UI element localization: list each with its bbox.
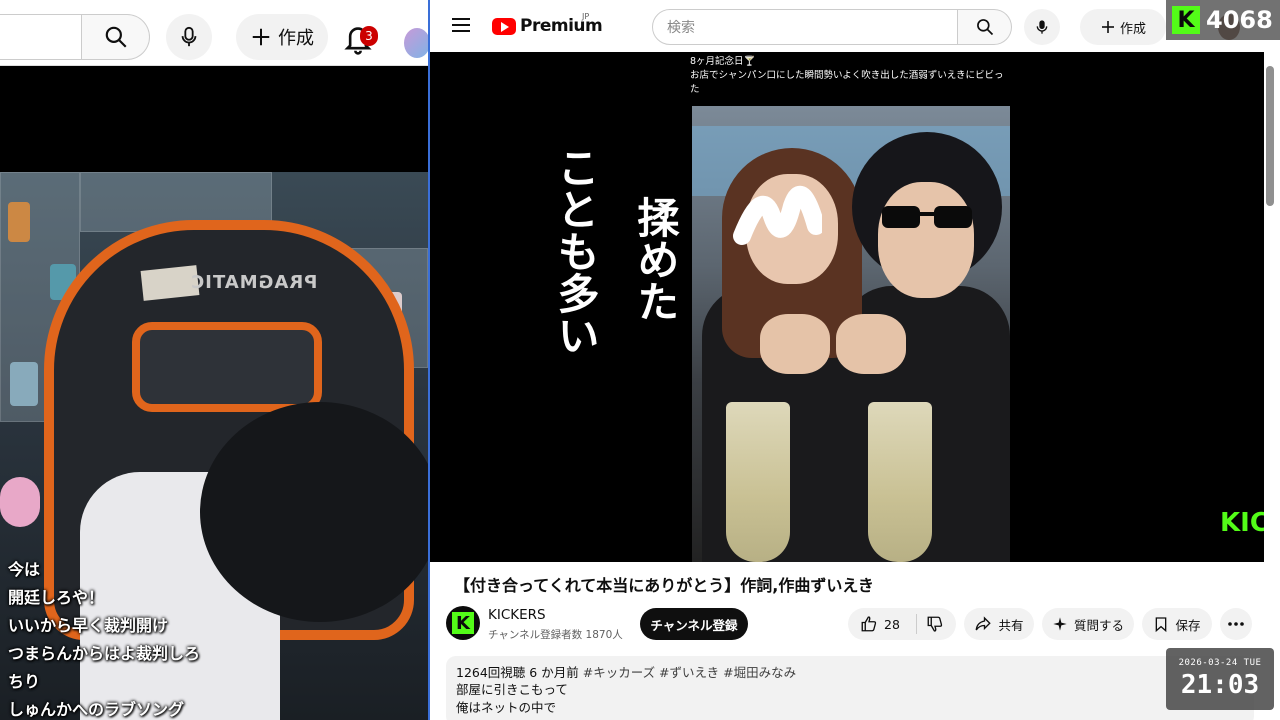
microphone-icon	[181, 26, 197, 47]
like-divider	[916, 614, 917, 634]
thumbs-down-icon	[927, 616, 943, 632]
sparkle-icon	[1053, 617, 1067, 631]
scrollbar-thumb[interactable]	[1266, 66, 1274, 206]
sunglasses	[882, 206, 972, 228]
chair-logo-text: PRAGMATIC	[190, 272, 318, 293]
description-box[interactable]: 1264回視聴 6 か月前 #キッカーズ #ずいえき #堀田みなみ 部屋に引きこ…	[446, 656, 1254, 720]
stream-left-panel: 作成 3 PRAGMATIC 今は 開廷しろや！ いいから早く裁判開け つまらん…	[0, 0, 428, 720]
chat-message: しゅんかへのラブソング	[8, 700, 185, 719]
search-icon	[976, 19, 993, 36]
region-label: JP	[582, 12, 590, 21]
viewer-count: 4068	[1206, 6, 1273, 34]
video-caption-line: お店でシャンパン口にした瞬間勢いよく吹き出した酒弱ずいえきにビビっ	[690, 70, 1004, 81]
youtube-header: Premium JP 検索 作成	[430, 0, 1280, 52]
share-icon	[976, 616, 992, 631]
youtube-play-icon	[492, 17, 516, 35]
like-count: 28	[884, 616, 900, 632]
upload-age: 6 か月前	[529, 665, 579, 680]
notification-badge: 3	[360, 26, 378, 46]
left-search-button[interactable]	[82, 14, 150, 60]
left-search-input[interactable]	[0, 14, 82, 60]
view-count: 1264回視聴	[456, 665, 526, 680]
left-voice-search-button[interactable]	[166, 14, 212, 60]
save-button[interactable]: 保存	[1142, 608, 1212, 640]
share-button[interactable]: 共有	[964, 608, 1034, 640]
more-actions-button[interactable]	[1220, 608, 1252, 640]
youtube-window: Premium JP 検索 作成 K 4068 8ヶ月記念日🍸 お店でシャンパン…	[428, 0, 1280, 720]
page-scrollbar[interactable]	[1266, 52, 1274, 720]
share-label: 共有	[998, 617, 1024, 633]
clock-date: 2026-03-24 TUE	[1178, 658, 1262, 668]
left-avatar[interactable]	[404, 28, 428, 58]
left-create-label: 作成	[278, 28, 314, 49]
heart-hand	[836, 314, 906, 374]
search-input[interactable]: 検索	[652, 9, 958, 45]
ask-button[interactable]: 質問する	[1042, 608, 1134, 640]
left-browser-header: 作成 3	[0, 0, 428, 66]
channel-avatar[interactable]: K	[446, 606, 480, 640]
video-player[interactable]: 8ヶ月記念日🍸 お店でシャンパン口にした瞬間勢いよく吹き出した酒弱ずいえきにビビ…	[430, 52, 1264, 562]
chat-message: つまらんからはよ裁判しろ	[8, 644, 201, 663]
plus-icon	[252, 28, 270, 46]
clock-time: 21:03	[1180, 670, 1260, 700]
figure	[10, 362, 38, 406]
chat-message: いいから早く裁判開け	[8, 616, 169, 635]
face-censor-sticker	[733, 185, 822, 245]
save-label: 保存	[1175, 617, 1201, 633]
person-face	[878, 182, 974, 298]
left-create-button[interactable]: 作成	[236, 14, 328, 60]
chat-message: ちり	[8, 672, 41, 691]
description-text: 部屋に引きこもって	[456, 682, 568, 697]
vertical-text-left: ことも多い	[551, 146, 600, 356]
kick-viewer-count: K 4068	[1166, 0, 1280, 40]
search-icon	[105, 26, 127, 48]
microphone-icon	[1036, 20, 1048, 34]
subscribe-button[interactable]: チャンネル登録	[640, 608, 748, 640]
video-title: 【付き合ってくれて本当にありがとう】作詞,作曲ずいえき	[454, 576, 874, 595]
menu-icon[interactable]	[452, 18, 470, 32]
thumbs-up-icon	[861, 616, 877, 632]
more-horizontal-icon	[1228, 622, 1244, 626]
kick-logo-icon: K	[1172, 6, 1200, 34]
champagne-glass	[868, 402, 932, 562]
heart-hand	[760, 314, 830, 374]
search-button[interactable]	[958, 9, 1012, 45]
chat-overlay: 今は 開廷しろや！ いいから早く裁判開け つまらんからはよ裁判しろ ちり しゅん…	[8, 556, 248, 720]
ask-label: 質問する	[1073, 617, 1124, 633]
video-photo	[692, 106, 1010, 562]
youtube-brand-label: Premium	[520, 16, 603, 36]
like-button[interactable]: 28	[860, 615, 900, 633]
description-text: 俺はネットの中で	[456, 700, 557, 715]
create-label: 作成	[1119, 21, 1146, 37]
kick-logo-icon: K	[452, 612, 474, 634]
plus-icon	[1101, 21, 1114, 33]
bookmark-icon	[1156, 617, 1167, 633]
create-button[interactable]: 作成	[1080, 9, 1166, 45]
search-placeholder: 検索	[667, 20, 695, 36]
kick-watermark: KICK	[1220, 508, 1264, 538]
dislike-button[interactable]	[920, 614, 950, 634]
channel-name[interactable]: KICKERS	[488, 607, 546, 623]
chat-message: 開廷しろや！	[8, 588, 105, 607]
chair-lumbar-pad	[132, 322, 322, 412]
figure	[8, 202, 30, 242]
clock-overlay: 2026-03-24 TUE 21:03	[1166, 648, 1274, 710]
chat-message: 今は	[8, 560, 41, 579]
vertical-text-right: 揉めた	[631, 196, 680, 322]
video-caption-line: た	[690, 84, 700, 95]
subscriber-count: チャンネル登録者数 1870人	[488, 629, 623, 641]
figure	[0, 477, 40, 527]
voice-search-button[interactable]	[1024, 9, 1060, 45]
hashtags[interactable]: #キッカーズ #ずいえき #堀田みなみ	[583, 665, 796, 680]
champagne-glass	[726, 402, 790, 562]
description-meta: 1264回視聴 6 か月前 #キッカーズ #ずいえき #堀田みなみ	[456, 664, 1244, 681]
